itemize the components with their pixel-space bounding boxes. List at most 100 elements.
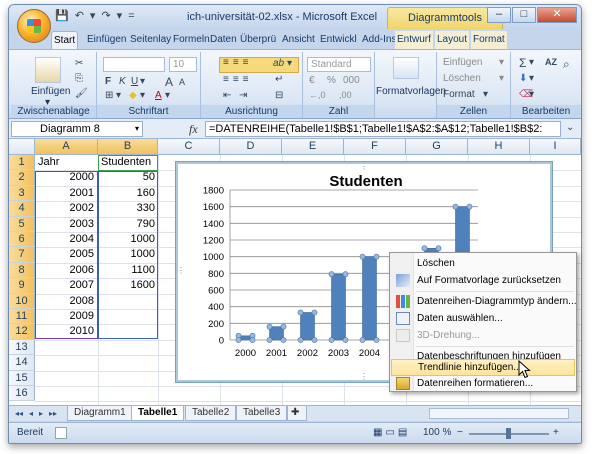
underline-button[interactable]: U <box>131 76 138 87</box>
formula-input[interactable]: =DATENREIHE(Tabelle1!$B$1;Tabelle1!$A$2:… <box>205 121 561 137</box>
insert-function-icon[interactable]: fx <box>189 122 198 137</box>
italic-button[interactable]: K <box>119 76 126 87</box>
menu-item-format-series[interactable]: Datenreihen formatieren... <box>391 375 575 392</box>
row-header-7[interactable]: 7 <box>9 247 35 263</box>
tab-entwurf[interactable]: Entwurf <box>395 31 433 49</box>
increase-decimal-button[interactable]: ←,0 <box>309 90 326 100</box>
tab-format[interactable]: Format <box>471 31 507 49</box>
undo-dropdown-icon[interactable]: ▾ <box>90 9 96 23</box>
paste-icon[interactable] <box>35 57 61 83</box>
autosum-icon[interactable]: Σ <box>519 56 526 70</box>
column-header-h[interactable]: H <box>468 139 530 155</box>
tab-ueberpruefen[interactable]: Überprü <box>238 31 278 49</box>
styles-button-label[interactable]: Formatvorlagen <box>376 86 446 97</box>
next-sheet-nav-icon[interactable]: ▸ <box>39 409 43 418</box>
maximize-button[interactable]: □ <box>512 7 536 23</box>
tab-layout[interactable]: Layout <box>435 31 470 49</box>
thousands-button[interactable]: 000 <box>343 75 360 86</box>
name-box[interactable]: Diagramm 8 ▾ <box>11 121 143 137</box>
wrap-text-icon[interactable]: ↵ <box>275 74 283 85</box>
sheet-tab-tabelle3[interactable]: Tabelle3 <box>236 406 288 421</box>
sort-filter-icon[interactable]: AZ <box>545 57 557 67</box>
view-buttons-icon[interactable]: ▦▭▤ <box>373 427 410 438</box>
vertical-align-icons[interactable]: ≡≡≡ <box>223 57 253 68</box>
zoom-in-button[interactable]: + <box>553 427 559 438</box>
row-header-5[interactable]: 5 <box>9 216 35 232</box>
column-header-f[interactable]: F <box>344 139 406 155</box>
row-header-12[interactable]: 12 <box>9 324 35 340</box>
border-dropdown-icon[interactable]: ▾ <box>116 90 121 101</box>
orientation-icon[interactable]: ab <box>273 58 284 69</box>
row-header-6[interactable]: 6 <box>9 232 35 248</box>
insert-sheet-icon[interactable]: ✚ <box>287 406 307 421</box>
format-cells-button[interactable]: Format <box>443 89 475 100</box>
copy-icon[interactable]: ⎘ <box>75 73 83 84</box>
tab-seitenlayout[interactable]: Seitenlay <box>128 31 173 49</box>
column-header-d[interactable]: D <box>220 139 282 155</box>
redo-icon[interactable]: ↷ <box>101 9 110 23</box>
bold-button[interactable]: F <box>105 76 111 87</box>
sheet-tab-tabelle1[interactable]: Tabelle1 <box>131 406 185 421</box>
fill-dropdown-icon[interactable]: ▾ <box>529 73 534 84</box>
column-header-i[interactable]: I <box>530 139 581 155</box>
zoom-out-button[interactable]: − <box>457 427 463 438</box>
row-header-10[interactable]: 10 <box>9 293 35 309</box>
grow-font-button[interactable]: A <box>165 75 173 89</box>
fill-icon[interactable]: ⬇ <box>519 73 527 84</box>
menu-item-select-data[interactable]: Daten auswählen... <box>391 310 575 327</box>
fill-dropdown-icon[interactable]: ▾ <box>140 90 145 101</box>
first-sheet-nav-icon[interactable]: ◂◂ <box>15 409 23 418</box>
orientation-dropdown-icon[interactable]: ▾ <box>287 58 292 69</box>
tab-daten[interactable]: Daten <box>208 31 239 49</box>
row-header-8[interactable]: 8 <box>9 262 35 279</box>
tab-einfuegen[interactable]: Einfügen <box>85 31 128 49</box>
percent-button[interactable]: % <box>327 75 336 86</box>
delete-cells-dropdown-icon[interactable]: ▾ <box>499 73 504 84</box>
zoom-level[interactable]: 100 % <box>423 427 451 438</box>
row-header-14[interactable]: 14 <box>9 355 35 371</box>
customize-qat-icon[interactable]: = <box>128 9 134 23</box>
fill-color-button[interactable]: ◆ <box>129 90 137 101</box>
macro-record-icon[interactable] <box>55 427 67 439</box>
shrink-font-button[interactable]: A <box>179 77 185 87</box>
indent-icon[interactable]: ⇥ <box>239 90 247 101</box>
border-button[interactable]: ⊞ <box>105 90 113 101</box>
paste-button-label[interactable]: Einfügen <box>31 86 70 97</box>
decrease-decimal-button[interactable]: ,00 <box>339 90 352 100</box>
save-icon[interactable]: 💾 <box>55 9 69 23</box>
tab-formeln[interactable]: Formeln <box>171 31 212 49</box>
redo-dropdown-icon[interactable]: ▾ <box>117 9 123 23</box>
office-button[interactable] <box>17 9 51 43</box>
font-name-field[interactable] <box>103 57 165 72</box>
find-select-icon[interactable]: ⌕ <box>563 57 570 72</box>
format-cells-dropdown-icon[interactable]: ▾ <box>483 89 488 100</box>
row-header-4[interactable]: 4 <box>9 201 35 217</box>
row-header-3[interactable]: 3 <box>9 185 35 202</box>
row-header-15[interactable]: 15 <box>9 370 35 386</box>
underline-dropdown-icon[interactable]: ▾ <box>140 76 145 87</box>
select-all-corner[interactable] <box>9 139 35 155</box>
number-format-field[interactable]: Standard <box>307 57 371 72</box>
cut-icon[interactable]: ✂ <box>75 58 83 69</box>
undo-icon[interactable]: ↶ <box>75 9 84 23</box>
insert-cells-button[interactable]: Einfügen <box>443 57 482 68</box>
menu-item-add-trendline[interactable]: Trendlinie hinzufügen... <box>391 359 575 376</box>
menu-item-change-chart-type[interactable]: Datenreihen-Diagrammtyp ändern... <box>391 293 577 310</box>
name-box-dropdown-icon[interactable]: ▾ <box>135 122 139 136</box>
tab-add-ins[interactable]: Add-Ins <box>360 31 398 49</box>
column-header-a[interactable]: A <box>35 139 98 155</box>
outdent-icon[interactable]: ⇤ <box>223 90 231 101</box>
insert-cells-dropdown-icon[interactable]: ▾ <box>499 57 504 68</box>
row-header-13[interactable]: 13 <box>9 339 35 356</box>
column-header-b[interactable]: B <box>98 139 158 155</box>
row-header-2[interactable]: 2 <box>9 170 35 186</box>
zoom-slider-thumb[interactable] <box>506 428 511 439</box>
cell-a1[interactable]: Jahr <box>36 155 96 170</box>
minimize-button[interactable]: – <box>487 7 511 23</box>
row-header-16[interactable]: 16 <box>9 386 35 402</box>
tab-ansicht[interactable]: Ansicht <box>280 31 317 49</box>
sheet-tab-diagramm1[interactable]: Diagramm1 <box>67 406 133 421</box>
column-header-e[interactable]: E <box>282 139 344 155</box>
tab-start[interactable]: Start <box>51 31 79 49</box>
delete-cells-button[interactable]: Löschen <box>443 73 481 84</box>
